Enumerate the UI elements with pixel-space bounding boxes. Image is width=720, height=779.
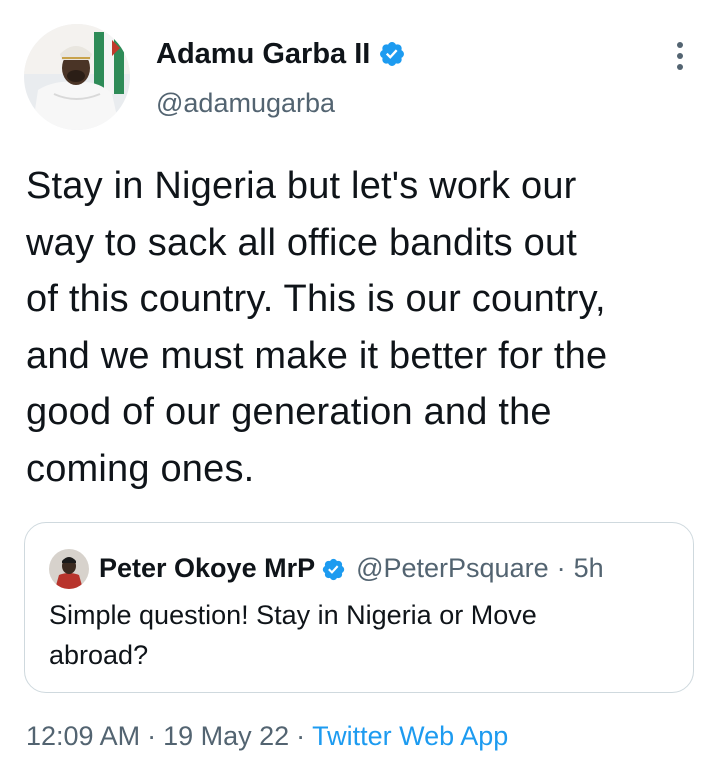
quoted-author-avatar[interactable] [49,549,89,589]
author-name[interactable]: Adamu Garba II [156,36,406,72]
author-avatar[interactable] [24,24,130,130]
tweet-meta: 12:09 AM · 19 May 22 · Twitter Web App [26,718,508,754]
tweet-text: Stay in Nigeria but let's work our way t… [26,158,706,497]
verified-badge-icon [321,556,346,581]
quoted-text-line: abroad? [49,640,149,670]
meta-separator: · [147,721,157,751]
tweet-text-line: coming ones. [26,447,255,490]
quoted-text-line: Simple question! Stay in Nigeria or Move [49,600,537,630]
quoted-author-name[interactable]: Peter Okoye MrP [99,551,315,585]
more-vertical-icon [677,42,683,70]
quoted-timestamp[interactable]: 5h [574,551,604,585]
quoted-tweet-header: Peter Okoye MrP @PeterPsquare · 5h [99,551,604,585]
quoted-separator: · [556,553,566,583]
quoted-tweet-card[interactable]: Peter Okoye MrP @PeterPsquare · 5h Simpl… [24,522,694,693]
tweet-text-line: and we must make it better for the [26,334,608,377]
meta-separator: · [296,721,306,751]
tweet-text-line: way to sack all office bandits out [26,221,578,264]
tweet-detail: Adamu Garba II @adamugarba Stay in Niger… [0,0,720,779]
tweet-source-link[interactable]: Twitter Web App [312,721,508,751]
author-handle[interactable]: @adamugarba [156,86,335,120]
tweet-date[interactable]: 19 May 22 [163,721,289,751]
tweet-text-line: good of our generation and the [26,391,552,433]
quoted-tweet-text: Simple question! Stay in Nigeria or Move… [49,595,669,675]
tweet-text-line: Stay in Nigeria but let's work our [26,165,577,207]
author-name-text[interactable]: Adamu Garba II [156,36,370,72]
quoted-author-handle[interactable]: @PeterPsquare [356,551,549,585]
tweet-text-line: of this country. This is our country, [26,278,606,320]
verified-badge-icon [378,40,406,68]
more-options-button[interactable] [665,40,695,72]
tweet-time[interactable]: 12:09 AM [26,721,140,751]
